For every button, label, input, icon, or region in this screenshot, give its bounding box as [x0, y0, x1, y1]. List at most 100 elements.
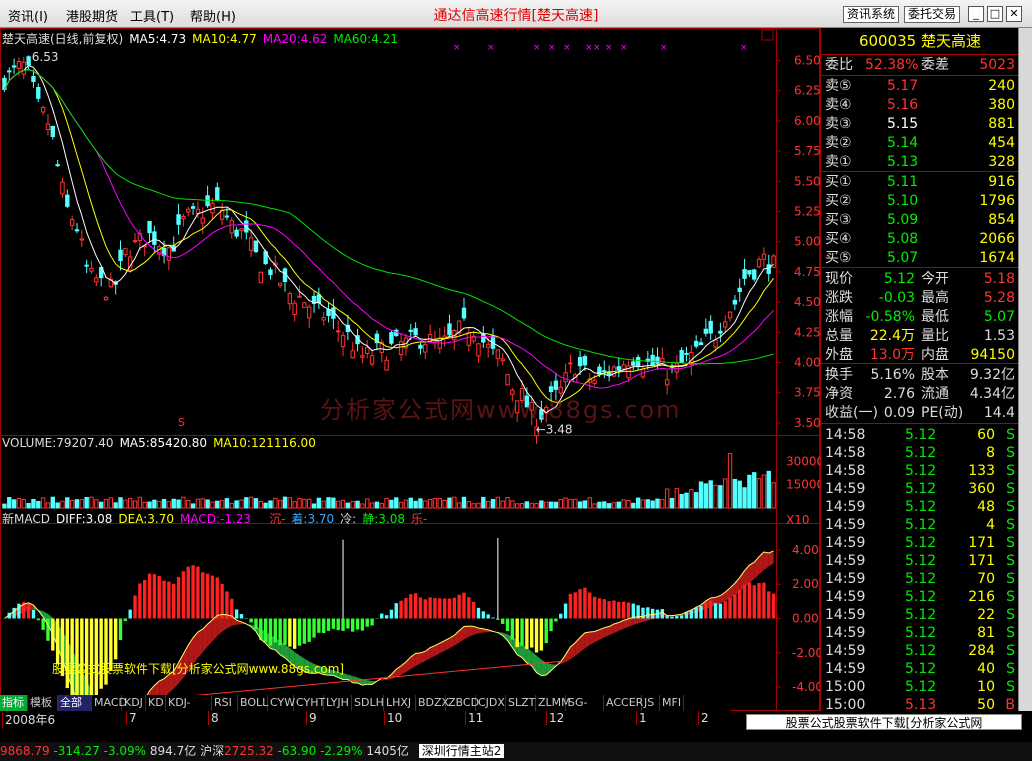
macd-ribbon [468, 626, 474, 637]
volume-bar [365, 498, 370, 509]
stat-label: 最低 [921, 309, 949, 325]
tick-volume: 40 [977, 661, 995, 677]
stat-label: 涨跌 [825, 290, 853, 306]
bid-price: 5.08 [887, 231, 919, 247]
tick-side: S [1006, 445, 1015, 461]
tab-kdj-tdx[interactable]: KDJ-TDX [166, 695, 212, 725]
volume-axis-label: X10 [786, 513, 810, 527]
tab-全部[interactable]: 全部 [58, 695, 92, 711]
server-status[interactable]: 深圳行情主站2 [418, 744, 505, 758]
tab-cyw[interactable]: CYW [268, 695, 295, 711]
macd-ribbon [589, 631, 595, 646]
stat-label: 内盘 [921, 347, 949, 363]
macd-histogram-bar [525, 618, 529, 650]
volume-bar [287, 497, 293, 509]
macd-histogram-bar [147, 573, 152, 619]
candle-body [369, 355, 375, 365]
menu-tools[interactable]: 工具(T) [130, 6, 174, 25]
trade-button[interactable]: 委托交易 [904, 6, 961, 23]
volume-bar [621, 499, 626, 509]
candle-body [60, 181, 65, 195]
candle-body [693, 340, 699, 347]
volume-bar [466, 501, 472, 509]
bid-price: 5.09 [887, 212, 919, 228]
volume-bar [292, 501, 297, 509]
tick-time: 15:00 [825, 697, 866, 713]
tab-js[interactable]: JS [642, 695, 660, 711]
tick-row: 14:59 5.12 171 S [821, 534, 1019, 552]
maximize-icon[interactable]: □ [987, 6, 1003, 22]
tick-side: S [1006, 643, 1015, 659]
volume-bar [128, 497, 133, 509]
scrollbar[interactable] [1018, 28, 1032, 711]
macd-histogram-bar [704, 602, 708, 619]
stat-value: 0.09 [883, 405, 915, 421]
volume-bar [660, 499, 665, 509]
chart-canvas[interactable]: 6.50 6.25 6.00 5.75 5.50 5.25 5.00 4.75 4.50 4.25… [0, 28, 820, 711]
macd-histogram-bar [307, 618, 311, 642]
tab-bdzx[interactable]: BDZX [416, 695, 449, 711]
volume-bar [510, 500, 515, 509]
tab-kd[interactable]: KD [146, 695, 166, 711]
tab-zlmm[interactable]: ZLMM [536, 695, 571, 711]
volume-bar [326, 497, 331, 509]
tab-指标[interactable]: 指标 [0, 695, 28, 711]
volume-bar [485, 500, 491, 509]
tab-kdj[interactable]: KDJ [122, 695, 146, 711]
tab-cyht[interactable]: CYHT [294, 695, 325, 711]
macd-histogram-bar [118, 618, 123, 641]
macd-histogram-bar [413, 593, 418, 619]
menu-hk-futures[interactable]: 港股期货 [66, 6, 118, 25]
tab-mfi[interactable]: MFI [660, 695, 684, 711]
tab-sdlh[interactable]: SDLH [352, 695, 384, 711]
menu-help[interactable]: 帮助(H) [190, 6, 236, 25]
divider [821, 423, 1019, 424]
sz-amount: 1405亿 [366, 744, 409, 758]
candle-body [737, 287, 742, 293]
volume-bar [108, 497, 114, 509]
macd-histogram-bar [757, 583, 761, 619]
tab-cjdx[interactable]: CJDX [476, 695, 506, 711]
candle-body [461, 307, 467, 319]
tab-rsi[interactable]: RSI [212, 695, 238, 711]
macd-histogram-bar [113, 618, 118, 660]
tick-volume: 48 [977, 499, 995, 515]
volume-bar [413, 500, 418, 509]
tab-slzt[interactable]: SLZT [506, 695, 536, 711]
volume-bar [456, 502, 462, 509]
info-system-button[interactable]: 资讯系统 [843, 6, 900, 23]
minimize-icon[interactable]: _ [968, 6, 984, 22]
candle-body [756, 258, 762, 268]
volume-bar [79, 499, 85, 509]
menu-info[interactable]: 资讯(I) [8, 6, 48, 25]
stat-label: 股本 [921, 367, 949, 383]
candle-body [631, 361, 636, 366]
volume-bar [689, 489, 694, 509]
tab-boll[interactable]: BOLL [238, 695, 268, 711]
volume-bar [176, 499, 181, 509]
tab-模板[interactable]: 模板 [28, 695, 58, 711]
macd-histogram-bar [457, 594, 461, 619]
volume-bar [26, 503, 31, 509]
volume-bar [336, 500, 341, 509]
volume-bar [36, 500, 41, 509]
candle-body [31, 75, 36, 82]
tab-zbcd[interactable]: ZBCD [446, 695, 479, 711]
tab-lyjh[interactable]: LYJH [324, 695, 352, 711]
stat-row: 涨跌 -0.03 最高 5.28 [821, 289, 1019, 307]
tab-accer[interactable]: ACCER [604, 695, 643, 711]
close-icon[interactable]: ✕ [1006, 6, 1022, 22]
tab-lhxj[interactable]: LHXJ [384, 695, 416, 711]
ask-row: 卖① 5.13 328 [821, 153, 1019, 171]
tick-price: 5.12 [905, 661, 937, 677]
date-axis: 2008年6 7 8 9 10 11 12 1 2 [0, 711, 820, 728]
tab-macd[interactable]: MACD [92, 695, 127, 711]
stat-label: 收益(一) [825, 405, 878, 421]
bid-row: 买① 5.11 916 [821, 173, 1019, 191]
chart-area[interactable]: 6.50 6.25 6.00 5.75 5.50 5.25 5.00 4.75 4.50 4.25… [0, 28, 820, 711]
tab-sg-lb[interactable]: SG-LB [566, 695, 604, 725]
candle-body [297, 295, 302, 298]
candle-body [389, 332, 394, 344]
macd-ribbon [352, 676, 358, 684]
candle-body [568, 362, 573, 365]
